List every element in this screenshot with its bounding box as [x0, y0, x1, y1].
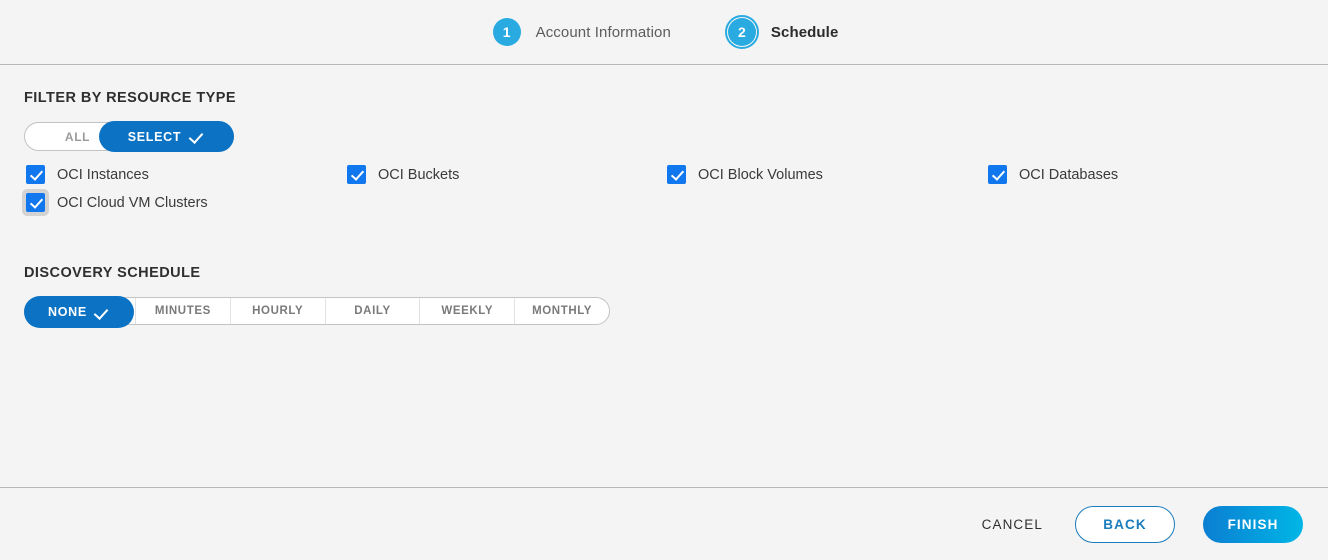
resource-filter-toggle[interactable]: ALL SELECT [24, 121, 234, 152]
filter-section-title: FILTER BY RESOURCE TYPE [24, 90, 237, 106]
schedule-option-none[interactable]: NONE [24, 296, 134, 328]
checkbox-row-oci-databases[interactable]: OCI Databases [988, 165, 1118, 184]
wizard-page: 1 Account Information 2 Schedule FILTER … [0, 0, 1328, 560]
header-divider [0, 64, 1328, 65]
footer-actions: CANCEL BACK FINISH [0, 488, 1328, 560]
finish-button[interactable]: FINISH [1203, 505, 1303, 543]
checkbox-oci-instances[interactable] [26, 165, 45, 184]
schedule-option-weekly[interactable]: WEEKLY [419, 298, 514, 324]
filter-toggle-select-label: SELECT [127, 129, 182, 144]
schedule-section-title: DISCOVERY SCHEDULE [24, 265, 201, 281]
checkbox-oci-block-volumes[interactable] [667, 165, 686, 184]
step-account-information[interactable]: 1 Account Information [490, 15, 671, 49]
schedule-option-minutes[interactable]: MINUTES [135, 298, 230, 324]
back-button[interactable]: BACK [1075, 505, 1175, 543]
step-1-label: Account Information [535, 23, 671, 41]
checkbox-label-oci-instances: OCI Instances [57, 166, 149, 183]
checkbox-label-oci-buckets: OCI Buckets [378, 166, 460, 183]
checkbox-oci-buckets[interactable] [347, 165, 366, 184]
step-2-badge-wrap: 2 [724, 15, 759, 49]
discovery-schedule-toggle[interactable]: NONE MINUTES HOURLY DAILY WEEKLY MONTHLY [24, 296, 610, 328]
check-icon [191, 131, 205, 142]
checkbox-label-oci-cloud-vm-clusters: OCI Cloud VM Clusters [57, 194, 208, 211]
check-icon [96, 307, 110, 318]
schedule-option-daily[interactable]: DAILY [324, 298, 420, 324]
step-2-active-ring-icon [724, 15, 759, 49]
step-schedule[interactable]: 2 Schedule [724, 15, 839, 49]
checkbox-label-oci-block-volumes: OCI Block Volumes [698, 166, 823, 183]
schedule-option-monthly[interactable]: MONTHLY [514, 298, 609, 324]
checkbox-oci-databases[interactable] [988, 165, 1007, 184]
checkbox-row-oci-block-volumes[interactable]: OCI Block Volumes [667, 165, 823, 184]
checkbox-label-oci-databases: OCI Databases [1019, 166, 1119, 183]
schedule-option-hourly[interactable]: HOURLY [229, 298, 325, 324]
step-1-number: 1 [492, 18, 521, 46]
checkbox-row-oci-cloud-vm-clusters[interactable]: OCI Cloud VM Clusters [26, 193, 208, 212]
step-1-badge-wrap: 1 [490, 15, 524, 49]
checkbox-oci-cloud-vm-clusters[interactable] [26, 193, 45, 212]
checkbox-row-oci-instances[interactable]: OCI Instances [26, 165, 149, 184]
checkbox-row-oci-buckets[interactable]: OCI Buckets [347, 165, 459, 184]
schedule-option-none-label: NONE [48, 305, 87, 319]
wizard-stepper: 1 Account Information 2 Schedule [0, 0, 1328, 64]
filter-toggle-select[interactable]: SELECT [99, 121, 234, 152]
cancel-button[interactable]: CANCEL [978, 509, 1047, 540]
step-2-label: Schedule [770, 23, 839, 41]
